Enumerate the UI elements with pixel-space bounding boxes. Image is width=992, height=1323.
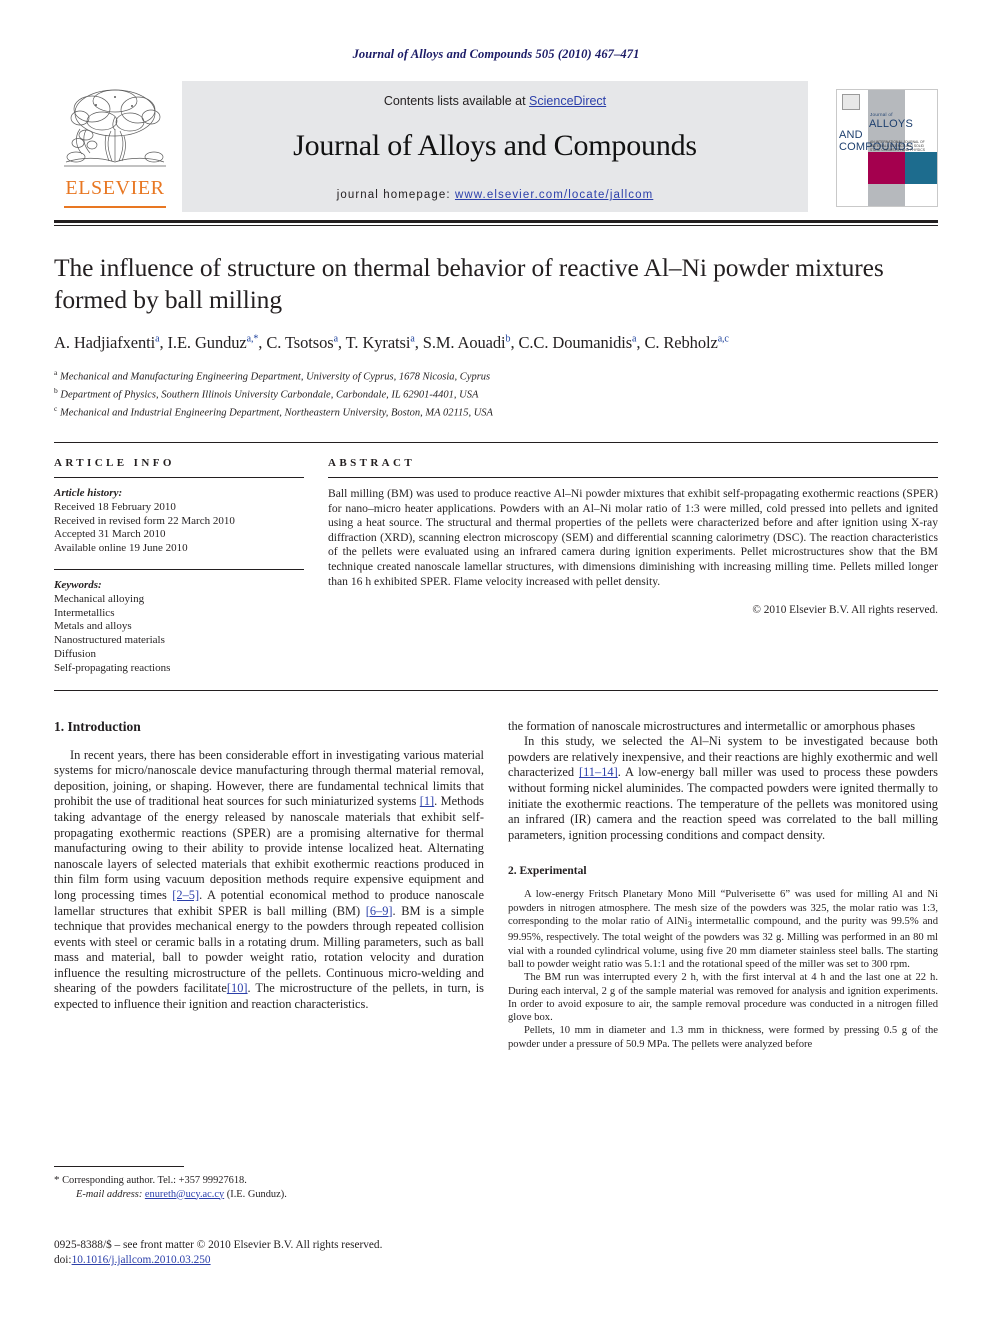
intro-continuation: the formation of nanoscale microstructur…	[508, 718, 916, 733]
keyword-item: Intermetallics	[54, 606, 115, 619]
affiliation-list: a Mechanical and Manufacturing Engineeri…	[54, 366, 938, 420]
email-link[interactable]: enureth@ucy.ac.cy	[145, 1189, 224, 1200]
abstract-heading: ABSTRACT	[328, 457, 416, 469]
history-item: Available online 19 June 2010	[54, 542, 188, 555]
affiliation-text-a: Mechanical and Manufacturing Engineering…	[59, 371, 491, 383]
corresponding-marker: *	[54, 1174, 60, 1186]
cover-white-block	[837, 152, 868, 206]
title-bottom-rule	[54, 442, 938, 443]
body-columns: 1. Introduction In recent years, there h…	[54, 719, 938, 1051]
keyword-item: Diffusion	[54, 647, 96, 660]
page-footer: 0925-8388/$ – see front matter © 2010 El…	[54, 1238, 524, 1268]
elsevier-wordmark: ELSEVIER	[65, 177, 165, 199]
abstract-column: ABSTRACT Ball milling (BM) was used to p…	[328, 457, 938, 676]
article-history-label: Article history:	[54, 487, 123, 499]
affiliation-c: c Mechanical and Industrial Engineering …	[54, 402, 938, 420]
info-abstract-area: ARTICLE INFO Article history: Received 1…	[54, 457, 938, 676]
masthead-rule-thick	[54, 220, 938, 223]
abstract-bottom-rule	[54, 689, 938, 691]
issn-copyright-line: 0925-8388/$ – see front matter © 2010 El…	[54, 1239, 383, 1251]
doi-label: doi:	[54, 1254, 72, 1266]
keyword-item: Metals and alloys	[54, 620, 132, 633]
article-info-heading: ARTICLE INFO	[54, 457, 175, 469]
affiliation-marker-a: a	[54, 368, 58, 377]
elsevier-tree-icon	[64, 89, 166, 167]
keyword-item: Mechanical alloying	[54, 592, 145, 605]
introduction-paragraph-2: In this study, we selected the Al–Ni sys…	[508, 734, 938, 843]
doi-line: doi:10.1016/j.jallcom.2010.03.250	[54, 1253, 524, 1268]
abstract-copyright: © 2010 Elsevier B.V. All rights reserved…	[752, 604, 938, 617]
article-page: Journal of Alloys and Compounds 505 (201…	[0, 0, 992, 1323]
affiliation-marker-c: c	[54, 404, 58, 413]
citation-link-1[interactable]: [1]	[420, 794, 434, 808]
cover-teal-block	[905, 152, 937, 184]
abstract-underline	[328, 477, 938, 478]
corresponding-author-text: Corresponding author. Tel.: +357 9992761…	[62, 1175, 247, 1186]
cover-subtitle: AN INTERNATIONAL JOURNAL OF MATERIALS SC…	[870, 140, 925, 153]
sciencedirect-link[interactable]: ScienceDirect	[529, 94, 606, 108]
contents-prefix: Contents lists available at	[383, 94, 530, 108]
body-column-right: the formation of nanoscale microstructur…	[508, 719, 938, 1051]
keywords-divider	[54, 568, 304, 570]
experimental-paragraph-2: The BM run was interrupted every 2 h, wi…	[508, 972, 938, 1024]
page-title: The influence of structure on thermal be…	[54, 253, 884, 314]
section-heading-experimental: 2. Experimental	[508, 865, 587, 878]
running-head: Journal of Alloys and Compounds 505 (201…	[352, 47, 640, 61]
experimental-section: 2. Experimental A low-energy Fritsch Pla…	[508, 865, 938, 1051]
history-item: Received 18 February 2010	[54, 500, 176, 513]
journal-homepage-line: journal homepage: www.elsevier.com/locat…	[182, 163, 808, 201]
masthead-rule-thin	[54, 225, 938, 226]
cover-stamp-icon	[842, 94, 860, 110]
keywords-label: Keywords:	[54, 578, 102, 591]
corresponding-author-note: * Corresponding author. Tel.: +357 99927…	[54, 1174, 484, 1188]
history-item: Accepted 31 March 2010	[54, 528, 166, 541]
history-item: Received in revised form 22 March 2010	[54, 514, 235, 527]
keyword-item: Nanostructured materials	[54, 634, 165, 647]
experimental-paragraph-1: A low-energy Fritsch Planetary Mono Mill…	[508, 889, 938, 970]
journal-masthead: ELSEVIER Contents lists available at Sci…	[54, 81, 938, 212]
article-info-column: ARTICLE INFO Article history: Received 1…	[54, 457, 304, 676]
author-list: A. Hadjiafxentia, I.E. Gunduza,*, C. Tso…	[54, 333, 729, 352]
keyword-item: Self-propagating reactions	[54, 661, 171, 674]
email-label: E-mail address:	[76, 1188, 143, 1200]
introduction-paragraph-1: In recent years, there has been consider…	[54, 748, 484, 1013]
article-history-group: Article history: Received 18 February 20…	[54, 487, 304, 556]
affiliation-marker-b: b	[54, 386, 58, 395]
cover-line-journal-of: Journal of	[870, 112, 893, 117]
article-info-underline	[54, 477, 304, 478]
intro-text-2: . Methods taking advantage of the energy…	[54, 794, 484, 902]
doi-link[interactable]: 10.1016/j.jallcom.2010.03.250	[72, 1254, 211, 1266]
body-column-left: 1. Introduction In recent years, there h…	[54, 719, 484, 1013]
affiliation-b: b Department of Physics, Southern Illino…	[54, 384, 938, 402]
journal-homepage-link[interactable]: www.elsevier.com/locate/jallcom	[455, 189, 653, 201]
affiliation-text-c: Mechanical and Industrial Engineering De…	[59, 407, 493, 419]
masthead-text-block: Contents lists available at ScienceDirec…	[182, 81, 808, 212]
title-block: The influence of structure on thermal be…	[54, 252, 938, 420]
citation-link-5[interactable]: [11–14]	[579, 765, 618, 779]
keywords-group: Keywords: Mechanical alloying Intermetal…	[54, 579, 304, 676]
citation-link-2[interactable]: [2–5]	[172, 888, 199, 902]
introduction-paragraph-1-continued: the formation of nanoscale microstructur…	[508, 719, 938, 735]
footnote-rule	[54, 1166, 184, 1167]
elsevier-underline	[64, 206, 166, 208]
footnote-block: * Corresponding author. Tel.: +357 99927…	[54, 1166, 484, 1201]
citation-link-3[interactable]: [6–9]	[366, 904, 393, 918]
elsevier-logo: ELSEVIER	[54, 81, 176, 212]
journal-cover-thumbnail: Journal of ALLOYS AND COMPOUNDS AN INTER…	[836, 89, 938, 207]
email-suffix: (I.E. Gunduz).	[226, 1188, 287, 1200]
cover-magenta-block	[868, 152, 905, 184]
experimental-paragraph-3: Pellets, 10 mm in diameter and 1.3 mm in…	[508, 1025, 938, 1050]
contents-available-line: Contents lists available at ScienceDirec…	[182, 81, 808, 108]
journal-title: Journal of Alloys and Compounds	[293, 129, 697, 162]
section-heading-introduction: 1. Introduction	[54, 718, 141, 734]
email-note: E-mail address: enureth@ucy.ac.cy (I.E. …	[54, 1188, 484, 1202]
homepage-prefix: journal homepage:	[336, 189, 455, 201]
column-gap	[304, 457, 328, 676]
abstract-text: Ball milling (BM) was used to produce re…	[328, 487, 938, 588]
affiliation-text-b: Department of Physics, Southern Illinois…	[60, 389, 479, 401]
citation-link-4[interactable]: [10]	[227, 981, 248, 995]
affiliation-a: a Mechanical and Manufacturing Engineeri…	[54, 366, 938, 384]
